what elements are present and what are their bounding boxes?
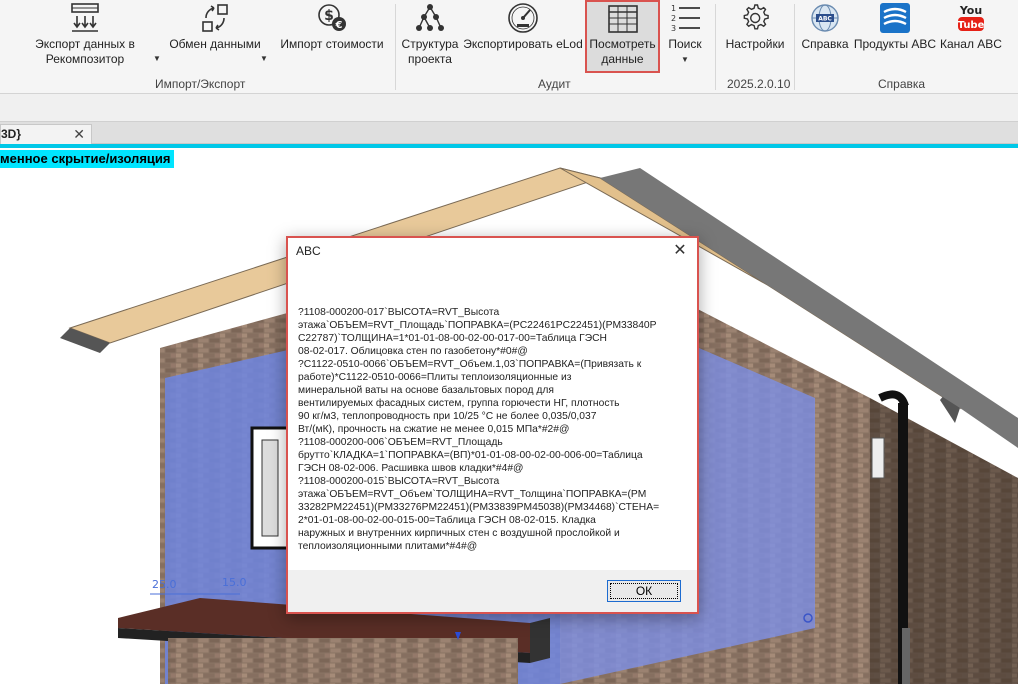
document-tab-label: 3D} [1,127,22,141]
dialog-titlebar: ABC ✕ [288,238,697,266]
message-line: 2*01-01-08-00-02-00-015-00=Таблица ГЭСН … [298,515,596,526]
project-structure-button[interactable]: Структура проекта [399,2,461,67]
dialog-message: ?1108-000200-017`ВЫСОТА=RVT_Высота этажа… [288,266,697,572]
close-icon[interactable]: ✕ [73,125,85,144]
svg-text:2: 2 [671,14,676,23]
export-elod-label: Экспортировать eLod [463,37,583,51]
search-button[interactable]: 1 2 3 Поиск [664,2,706,52]
svg-text:€: € [335,20,343,31]
document-tab-3d[interactable]: 3D} ✕ [0,124,92,144]
exchange-arrows-icon [202,4,228,32]
message-line: вентилируемых фасадных систем, группа го… [298,398,620,409]
close-icon[interactable]: ✕ [669,240,691,262]
temporary-isolation-label: менное скрытие/изоляция [0,150,175,168]
group-separator [395,4,396,90]
message-line: наружных и внутренних кирпичных стен с в… [298,528,620,539]
dialog-footer: ОК [288,570,697,612]
group-label-help: Справка [878,77,926,91]
export-dropdown-icon[interactable]: ▼ [153,54,161,63]
help-button[interactable]: ABC Справка [800,2,850,52]
abc-channel-label: Канал ABC [940,37,1002,51]
message-line: Вт/(мК), прочность на сжатие не менее 0,… [298,424,570,435]
view-data-label: Посмотреть данные [589,37,656,66]
message-line: этажа`ОБЪЕМ=RVT_Объем`ТОЛЩИНА=RVT_Толщин… [298,489,647,500]
message-line: ?C1122-0510-0066`ОБЪЕМ=RVT_Объем.1,03`ПО… [298,359,642,370]
message-line: брутто`КЛАДКА=1`ПОПРАВКА=(ВП)*01-01-08-0… [298,450,643,461]
message-line: 08-02-017. Облицовка стен по газобетону*… [298,346,528,357]
settings-label: Настройки [725,37,785,51]
message-line: минеральной ваты на основе базальтовых п… [298,385,554,396]
abc-channel-button[interactable]: You Tube Канал ABC [940,2,1002,52]
data-table-icon [607,5,638,33]
document-tabbar: 3D} ✕ [0,122,1018,144]
search-label: Поиск [668,37,702,51]
abc-message-dialog: ABC ✕ ?1108-000200-017`ВЫСОТА=RVT_Высота… [286,236,699,614]
message-line: теплоизоляционными плитами*#4#@ [298,541,478,552]
dimension-label-right: 15.0 [222,576,247,589]
help-label: Справка [801,37,849,51]
structure-label: Структура проекта [401,37,459,66]
export-label: Экспорт данных в Рекомпозитор [35,37,135,66]
message-line: ?1108-000200-015`ВЫСОТА=RVT_Высота [298,476,500,487]
svg-text:ABC: ABC [818,16,832,23]
dialog-title: ABC [296,244,321,258]
ok-button[interactable]: ОК [607,580,681,602]
svg-text:You: You [959,4,982,17]
svg-text:Tube: Tube [958,20,985,31]
export-elod-button[interactable]: Экспортировать eLod [462,2,584,52]
abc-logo-icon [880,3,910,33]
message-line: этажа`ОБЪЕМ=RVT_Площадь`ПОПРАВКА=(PC2246… [298,320,657,331]
gear-icon [743,4,769,30]
dimension-label-left: 25.0 [152,578,177,591]
message-line: C22787)`ТОЛЩИНА=1*01-01-08-00-02-00-017-… [298,333,607,344]
import-cost-icon: $ € [318,4,346,31]
group-separator [794,4,795,90]
svg-text:$: $ [324,8,334,24]
message-line: ГЭСН 08-02-006. Расшивка швов кладки*#4#… [298,463,524,474]
globe-help-icon: ABC [811,4,839,32]
import-cost-label: Импорт стоимости [280,37,384,51]
message-line: работе)*С1122-0510-0066=Плиты теплоизоля… [298,372,572,383]
settings-button[interactable]: Настройки [722,2,788,52]
data-exchange-button[interactable]: Обмен данными [167,2,263,52]
group-label-version: 2025.2.0.10 [727,77,791,91]
search-dropdown-icon[interactable]: ▼ [681,55,689,64]
import-cost-button[interactable]: $ € Импорт стоимости [276,2,388,52]
svg-text:1: 1 [671,4,676,13]
exchange-dropdown-icon[interactable]: ▼ [260,54,268,63]
panel-strip [0,94,1018,122]
message-line: 33282PM22451)(PM33276PM22451)(PM33839PM4… [298,502,660,513]
view-data-button[interactable]: Посмотреть данные [585,0,660,73]
export-recomposer-button[interactable]: Экспорт данных в Рекомпозитор [14,2,156,67]
youtube-icon: You Tube [958,4,985,31]
group-separator [715,4,716,90]
export-table-icon [71,3,99,32]
gauge-icon [508,3,538,33]
svg-text:3: 3 [671,24,676,33]
group-label-import-export: Импорт/Экспорт [155,77,246,91]
abc-products-label: Продукты ABC [853,37,937,51]
message-line: ?1108-000200-006`ОБЪЕМ=RVT_Площадь [298,437,503,448]
group-label-audit: Аудит [538,77,571,91]
message-line: ?1108-000200-017`ВЫСОТА=RVT_Высота [298,307,500,318]
exchange-label: Обмен данными [169,37,261,51]
structure-tree-icon [416,4,444,31]
numbered-list-icon: 1 2 3 [671,4,700,33]
ribbon: Экспорт данных в Рекомпозитор ▼ Обмен да… [0,0,1018,94]
message-line: 90 кг/м3, теплопроводность при 10/25 °С … [298,411,597,422]
abc-products-button[interactable]: Продукты ABC [853,2,937,52]
